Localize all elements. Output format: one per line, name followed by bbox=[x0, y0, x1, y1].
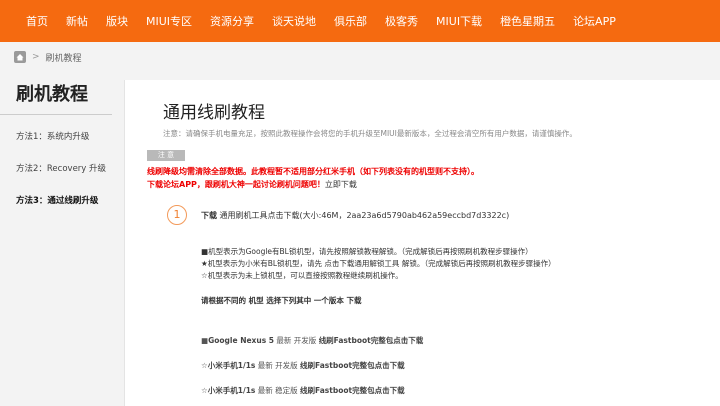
page-title: 通用线刷教程 bbox=[163, 103, 265, 123]
step-number-badge: 1 bbox=[167, 205, 187, 225]
nav-miui-zone[interactable]: MIUI专区 bbox=[146, 13, 192, 29]
warning-text: 线刷降级均需清除全部数据。此教程暂不适用部分红米手机（如下列表没有的机型则不支持… bbox=[147, 167, 479, 176]
download-link[interactable]: ■Google Nexus 5 最新 开发版 线刷Fastboot完整包点击下载 bbox=[201, 335, 423, 346]
lock-info: ■机型表示为Google有BL锁机型，请先按照解锁教程解锁。（完成解锁后再按照刷… bbox=[201, 246, 556, 282]
nav-new-posts[interactable]: 新帖 bbox=[66, 13, 88, 29]
nav-forums[interactable]: 版块 bbox=[106, 13, 128, 29]
nav-home[interactable]: 首页 bbox=[26, 13, 48, 29]
nav-club[interactable]: 俱乐部 bbox=[334, 13, 367, 29]
breadcrumb: > 刷机教程 bbox=[14, 49, 82, 65]
download-model: Google Nexus 5 bbox=[208, 336, 275, 345]
sidebar: 刷机教程 方法1：系统内升级 方法2：Recovery 升级 方法3：通过线刷升… bbox=[0, 70, 118, 406]
nav-miui-download[interactable]: MIUI下载 bbox=[436, 13, 482, 29]
app-promo: 下载论坛APP，跟刷机大神一起讨论刷机问题吧！立即下载 bbox=[147, 179, 357, 190]
breadcrumb-separator: > bbox=[32, 52, 40, 62]
download-package: 线刷Fastboot完整包点击下载 bbox=[300, 386, 405, 395]
info-line-unlocked: ☆机型表示为未上锁机型，可以直接按照教程继续刷机操作。 bbox=[201, 271, 403, 280]
sidebar-title: 刷机教程 bbox=[0, 70, 112, 115]
download-version: 最新 稳定版 bbox=[255, 386, 301, 395]
nav-resources[interactable]: 资源分享 bbox=[210, 13, 254, 29]
download-model: 小米手机1/1s bbox=[207, 361, 256, 370]
step-label: 下载 bbox=[201, 211, 217, 220]
info-line-xiaomi: ★机型表示为小米有BL锁机型，请先 点击下载通用解锁工具 解锁。（完成解锁后再按… bbox=[201, 259, 556, 268]
breadcrumb-current: 刷机教程 bbox=[45, 53, 82, 64]
app-download-link[interactable]: 立即下载 bbox=[325, 180, 357, 189]
download-link[interactable]: ☆小米手机1/1s 最新 稳定版 线刷Fastboot完整包点击下载 bbox=[201, 385, 405, 396]
main-content: 通用线刷教程 注意：请确保手机电量充足，按照此教程操作会将您的手机升级至MIUI… bbox=[124, 80, 720, 406]
home-icon[interactable] bbox=[14, 51, 26, 63]
notice-text: 注意：请确保手机电量充足，按照此教程操作会将您的手机升级至MIUI最新版本，全过… bbox=[163, 129, 577, 138]
download-prefix: ☆ bbox=[201, 361, 208, 370]
nav-geek-show[interactable]: 极客秀 bbox=[385, 13, 418, 29]
attention-tag: 注 意 bbox=[147, 150, 185, 161]
choose-version-text: 请根据不同的 机型 选择下列其中 一个版本 下载 bbox=[201, 296, 362, 305]
tool-download-link[interactable]: 下载 通用刷机工具点击下载(大小:46M，2aa23a6d5790ab462a5… bbox=[201, 210, 509, 221]
sidebar-item-method2[interactable]: 方法2：Recovery 升级 bbox=[0, 153, 118, 185]
sidebar-item-method3[interactable]: 方法3：通过线刷升级 bbox=[0, 185, 118, 217]
download-package: 线刷Fastboot完整包点击下载 bbox=[300, 361, 405, 370]
nav-chat[interactable]: 谈天说地 bbox=[272, 13, 316, 29]
info-line-google: ■机型表示为Google有BL锁机型，请先按照解锁教程解锁。（完成解锁后再按照刷… bbox=[201, 247, 533, 256]
download-version: 最新 开发版 bbox=[274, 336, 319, 345]
nav-orange-friday[interactable]: 橙色星期五 bbox=[500, 13, 555, 29]
download-model: 小米手机1/1s bbox=[207, 386, 256, 395]
download-prefix: ☆ bbox=[201, 386, 208, 395]
sidebar-item-method1[interactable]: 方法1：系统内升级 bbox=[0, 121, 118, 153]
download-package: 线刷Fastboot完整包点击下载 bbox=[318, 336, 424, 345]
download-version: 最新 开发版 bbox=[255, 361, 301, 370]
download-link[interactable]: ☆小米手机1/1s 最新 开发版 线刷Fastboot完整包点击下载 bbox=[201, 360, 405, 371]
top-nav-bar: 首页 新帖 版块 MIUI专区 资源分享 谈天说地 俱乐部 极客秀 MIUI下载… bbox=[0, 0, 720, 42]
tool-download-text: 通用刷机工具点击下载(大小:46M，2aa23a6d5790ab462a59ec… bbox=[217, 211, 510, 220]
nav-forum-app[interactable]: 论坛APP bbox=[573, 13, 616, 29]
app-promo-text: 下载论坛APP，跟刷机大神一起讨论刷机问题吧！ bbox=[147, 180, 325, 189]
